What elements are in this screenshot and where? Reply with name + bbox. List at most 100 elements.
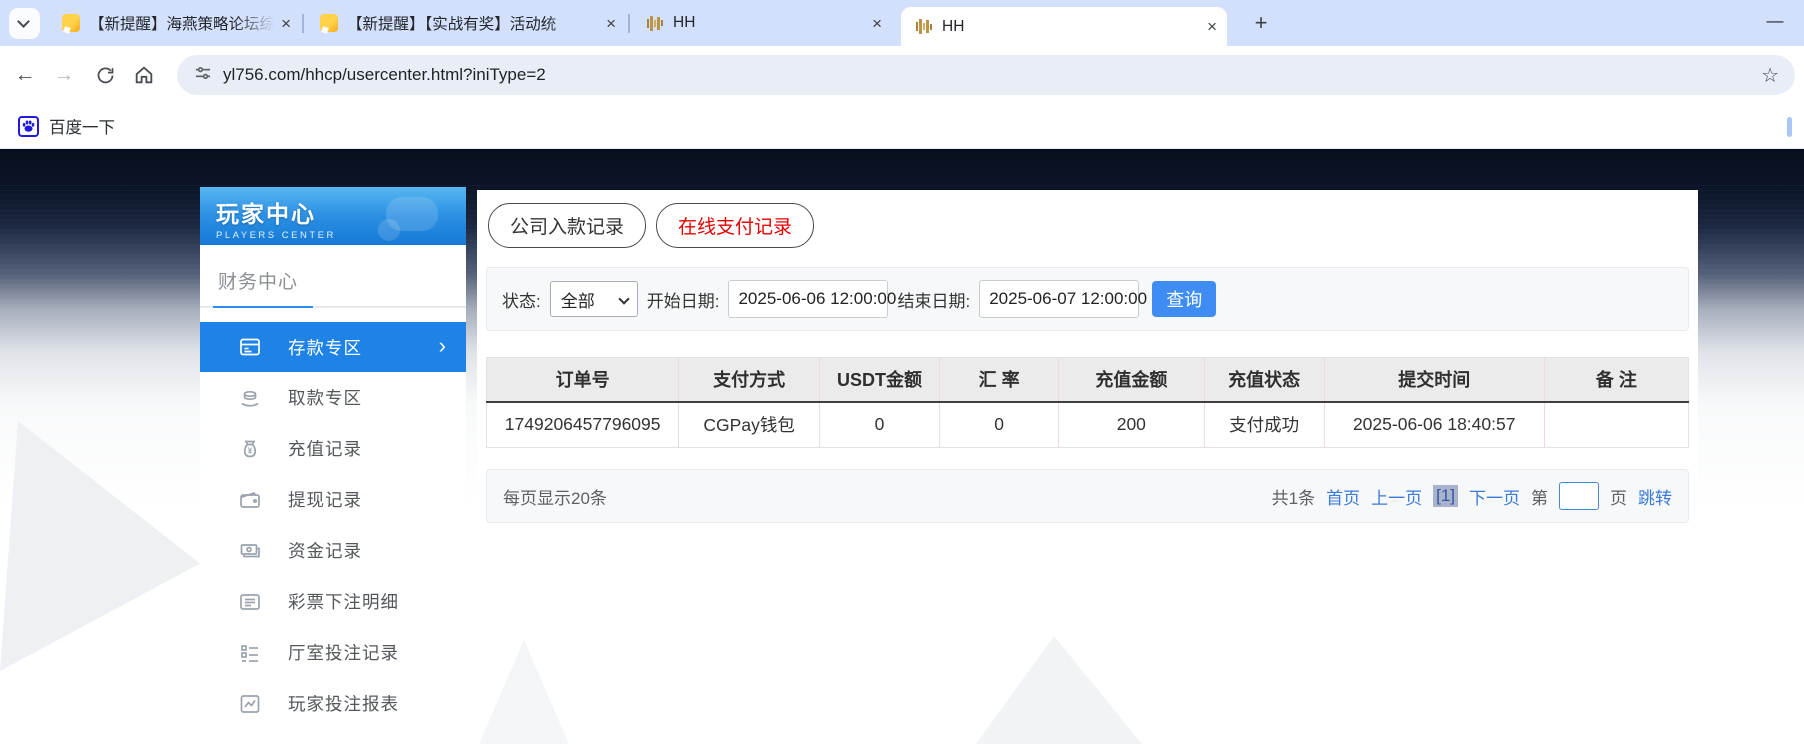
jump-prefix-label: 第 <box>1531 488 1548 508</box>
sidebar-item-label: 充值记录 <box>288 439 362 459</box>
hh-favicon-icon <box>915 18 933 36</box>
tab-title: HH <box>942 17 965 35</box>
window-minimize-button[interactable]: — <box>1762 10 1788 36</box>
tab-title: 【新提醒】海燕策略论坛综合交 <box>89 16 276 33</box>
svg-text:¥: ¥ <box>248 446 253 455</box>
sidebar-item-recharge-records[interactable]: ¥ 充值记录 <box>200 423 466 474</box>
cell-payment-method: CGPay钱包 <box>678 401 820 448</box>
forum-favicon-icon <box>320 14 338 32</box>
sidebar-item-deposit-zone[interactable]: 存款专区 › <box>200 322 466 372</box>
next-page-link[interactable]: 下一页 <box>1469 484 1520 509</box>
table-header-row: 订单号 支付方式 USDT金额 汇 率 充值金额 充值状态 提交时间 备 注 <box>486 357 1689 403</box>
col-recharge-status: 充值状态 <box>1203 357 1325 403</box>
chevron-right-icon: › <box>438 333 446 358</box>
scrollbar-thumb[interactable] <box>1787 117 1792 137</box>
total-count: 共1条 <box>1271 488 1316 508</box>
new-tab-button[interactable]: + <box>1246 9 1276 39</box>
tab-company-deposit-records[interactable]: 公司入款记录 <box>488 203 647 248</box>
tab-close-icon[interactable]: × <box>281 15 291 32</box>
sidebar-subtitle: PLAYERS CENTER <box>216 230 336 241</box>
browser-tab-2[interactable]: 【新提醒】【实战有奖】活动统 × <box>306 0 626 46</box>
cell-recharge-status: 支付成功 <box>1203 401 1325 448</box>
gamepad-decoration-icon <box>378 219 400 241</box>
list-card-icon <box>238 590 262 614</box>
table-row: 1749206457796095 CGPay钱包 0 0 200 支付成功 20… <box>486 401 1689 448</box>
sidebar-item-label: 厅室投注记录 <box>288 643 399 663</box>
sidebar-item-lottery-bet-details[interactable]: 彩票下注明细 <box>200 576 466 627</box>
tab-close-icon[interactable]: × <box>606 15 616 32</box>
records-panel: 公司入款记录 在线支付记录 状态: 全部 开始日期: 2025-06-06 12… <box>477 190 1698 528</box>
col-recharge-amount: 充值金额 <box>1058 357 1205 403</box>
bookmark-baidu[interactable]: 百度一下 <box>18 114 115 138</box>
sidebar-item-label: 存款专区 <box>288 337 362 358</box>
sidebar-item-label: 取款专区 <box>288 388 362 408</box>
cell-order-id: 1749206457796095 <box>486 401 679 448</box>
banknotes-icon <box>238 539 262 563</box>
page-jump-input[interactable] <box>1559 482 1599 510</box>
site-info-icon[interactable] <box>193 63 213 88</box>
background-triangle <box>0 421 200 671</box>
sidebar-item-label: 彩票下注明细 <box>288 592 399 612</box>
cell-usdt-amount: 0 <box>818 401 940 448</box>
col-exchange-rate: 汇 率 <box>939 357 1059 403</box>
chevron-down-icon <box>618 293 630 305</box>
sidebar-item-hall-bet-records[interactable]: 厅室投注记录 <box>200 627 466 678</box>
end-date-input[interactable]: 2025-06-07 12:00:00 <box>979 280 1147 318</box>
back-icon[interactable]: ← <box>12 62 38 88</box>
jump-action-link[interactable]: 跳转 <box>1638 484 1672 509</box>
cell-submit-time: 2025-06-06 18:40:57 <box>1323 401 1545 448</box>
sidebar-item-withdraw-zone[interactable]: 取款专区 <box>200 372 466 423</box>
cell-remarks <box>1543 401 1689 448</box>
status-label: 状态: <box>502 291 541 311</box>
status-select[interactable]: 全部 <box>549 281 638 317</box>
webpage: 玩家中心 PLAYERS CENTER 财务中心 存款专区 › 取款专区 ¥ 充… <box>0 149 1804 744</box>
player-center-sidebar: 玩家中心 PLAYERS CENTER 财务中心 存款专区 › 取款专区 ¥ 充… <box>200 187 466 744</box>
browser-tabstrip: 【新提醒】海燕策略论坛综合交 × 【新提醒】【实战有奖】活动统 × HH × H… <box>0 0 1804 46</box>
col-payment-method: 支付方式 <box>678 357 820 403</box>
filter-bar: 状态: 全部 开始日期: 2025-06-06 12:00:00 结束日期: 2… <box>486 267 1689 331</box>
record-type-tabs: 公司入款记录 在线支付记录 <box>488 203 1689 248</box>
withdraw-hand-icon <box>238 386 262 410</box>
first-page-link[interactable]: 首页 <box>1326 484 1360 509</box>
bookmark-star-icon[interactable]: ☆ <box>1761 63 1779 88</box>
baidu-paw-icon <box>18 115 39 137</box>
tab-close-icon[interactable]: × <box>872 15 882 32</box>
pagination-controls: 共1条 首页 上一页 [1] 下一页 第 页 跳转 <box>1272 482 1672 510</box>
hh-favicon-icon <box>646 14 664 32</box>
sidebar-header: 玩家中心 PLAYERS CENTER <box>200 187 466 245</box>
cell-recharge-amount: 200 <box>1058 401 1205 448</box>
tab-close-icon[interactable]: × <box>1207 18 1217 35</box>
browser-tab-1[interactable]: 【新提醒】海燕策略论坛综合交 × <box>48 0 301 46</box>
sidebar-item-funds-records[interactable]: 资金记录 <box>200 525 466 576</box>
browser-toolbar: ← → yl756.com/hhcp/usercenter.html?iniTy… <box>0 46 1804 104</box>
start-date-label: 开始日期: <box>646 291 720 311</box>
prev-page-link[interactable]: 上一页 <box>1371 484 1422 509</box>
sidebar-item-label: 资金记录 <box>288 541 362 561</box>
tab-title: HH <box>673 14 696 31</box>
current-page-indicator: [1] <box>1433 485 1458 507</box>
payment-records-table: 订单号 支付方式 USDT金额 汇 率 充值金额 充值状态 提交时间 备 注 1… <box>486 357 1689 448</box>
forward-icon[interactable]: → <box>51 62 77 88</box>
screen: 【新提醒】海燕策略论坛综合交 × 【新提醒】【实战有奖】活动统 × HH × H… <box>0 0 1804 744</box>
tab-title: 【新提醒】【实战有奖】活动统 <box>347 16 557 33</box>
col-order-id: 订单号 <box>486 357 679 403</box>
sidebar-item-withdrawal-records[interactable]: 提现记录 <box>200 474 466 525</box>
sidebar-item-promo-application[interactable]: 优惠申请 <box>200 729 466 744</box>
background-triangle <box>976 636 1142 744</box>
reload-icon[interactable] <box>92 62 118 88</box>
cell-exchange-rate: 0 <box>939 401 1059 448</box>
page-size-label: 每页显示20条 <box>503 488 607 508</box>
tab-online-payment-records[interactable]: 在线支付记录 <box>656 203 815 248</box>
forum-favicon-icon <box>62 14 80 32</box>
browser-tab-3[interactable]: HH × <box>632 0 892 46</box>
start-date-input[interactable]: 2025-06-06 12:00:00 <box>728 280 896 318</box>
tab-search-button[interactable] <box>9 8 40 39</box>
address-bar[interactable]: yl756.com/hhcp/usercenter.html?iniType=2… <box>177 55 1795 95</box>
bookmarks-bar: 百度一下 <box>0 104 1804 149</box>
sidebar-item-player-bet-report[interactable]: 玩家投注报表 <box>200 678 466 729</box>
status-select-value: 全部 <box>560 291 595 311</box>
query-button[interactable]: 查询 <box>1152 281 1217 317</box>
url-text[interactable]: yl756.com/hhcp/usercenter.html?iniType=2 <box>223 65 1761 85</box>
browser-tab-4-active[interactable]: HH × <box>901 7 1227 46</box>
home-icon[interactable] <box>131 62 157 88</box>
